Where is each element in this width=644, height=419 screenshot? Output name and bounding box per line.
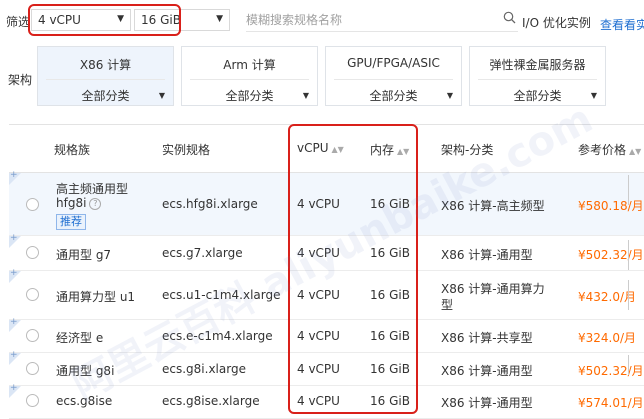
row-radio[interactable] [26,362,39,375]
family-cell: 通用算力型 u1 [56,290,136,304]
chevron-down-icon: ▼ [216,14,223,24]
architecture-label: 架构 [8,73,33,87]
plus-icon: + [10,383,18,393]
divider [46,79,165,80]
arch-card-category[interactable]: 全部分类 [38,87,173,104]
caret-down-icon: ▼ [302,91,309,100]
filter-label: 筛选 [6,15,31,29]
arch-cell: X86 计算-通用算力 [441,282,545,296]
plus-icon: + [10,170,18,180]
arch-card-title: X86 计算 [79,58,132,72]
family-cell: 高主频通用型 [56,182,129,196]
spec-cell: ecs.g8ise.xlarge [162,394,260,408]
search-icon[interactable] [503,11,516,27]
arch-cell: X86 计算-高主频型 [441,199,545,213]
sort-icon[interactable]: ▲▼ [629,147,641,156]
compare-link[interactable]: 查看看实 [600,16,644,33]
arch-card-category[interactable]: 全部分类 [470,87,605,104]
price-cell: ¥502.32/月 [578,248,644,262]
row-radio[interactable] [26,394,39,407]
io-optimized-checkbox[interactable]: I/O 优化实例 [522,14,591,31]
arch-card-title: Arm 计算 [223,58,276,72]
help-icon[interactable]: ? [89,198,102,210]
plus-icon: + [10,233,18,243]
arch-card-gpu[interactable]: GPU/FPGA/ASIC 全部分类 ▼ [325,46,462,106]
spec-cell: ecs.g7.xlarge [162,246,243,260]
arch-cell: X86 计算-通用型 [441,364,533,378]
plus-icon: + [10,317,18,327]
search-input[interactable] [246,9,518,32]
header-arch: 架构-分类 [441,143,494,157]
arch-card-bare-metal[interactable]: 弹性裸金属服务器 全部分类 ▼ [469,46,606,106]
family-code-text: hfg8i [56,196,87,210]
spec-cell: ecs.hfg8i.xlarge [162,197,258,211]
arch-card-x86[interactable]: X86 计算 全部分类 ▼ [37,46,174,106]
family-cell: 通用型 g8i [56,364,115,378]
header-price[interactable]: 参考价格 ▲▼ [578,141,641,158]
arch-cell: X86 计算-共享型 [441,331,533,345]
row-radio[interactable] [26,198,39,211]
arch-card-title: GPU/FPGA/ASIC [347,56,440,70]
family-cell: 通用型 g7 [56,248,112,262]
arch-cell: X86 计算-通用型 [441,248,533,262]
spec-cell: ecs.u1-c1m4.xlarge [162,288,281,302]
price-cell: ¥324.0/月 [578,331,637,345]
recommended-badge: 推荐 [56,214,86,230]
row-radio[interactable] [26,329,39,342]
family-code: hfg8i? [56,196,102,210]
row-radio[interactable] [26,246,39,259]
caret-down-icon: ▼ [158,91,165,100]
price-cell: ¥580.18/月 [578,199,644,213]
spec-cell: ecs.g8i.xlarge [162,362,246,376]
arch-card-category[interactable]: 全部分类 [326,87,461,104]
header-family: 规格族 [54,143,91,157]
divider [334,79,453,80]
plus-icon: + [10,268,18,278]
arch-cell-wrap: 型 [441,298,454,312]
price-cell: ¥574.01/月 [578,396,644,410]
arch-card-category[interactable]: 全部分类 [182,87,317,104]
caret-down-icon: ▼ [590,91,597,100]
family-cell: 经济型 e [56,331,104,345]
divider [190,79,309,80]
divider [478,79,597,80]
family-cell: ecs.g8ise [56,394,113,408]
arch-card-title: 弹性裸金属服务器 [489,58,586,72]
scrollbar-divider [628,240,629,270]
row-radio[interactable] [26,288,39,301]
highlight-box-filters [28,4,181,36]
price-cell: ¥502.32/月 [578,364,644,378]
scrollbar-divider [628,280,629,310]
scrollbar-divider [628,175,629,205]
header-spec: 实例规格 [162,143,211,157]
header-price-label: 参考价格 [578,143,627,157]
caret-down-icon: ▼ [446,91,453,100]
plus-icon: + [10,350,18,360]
arch-card-arm[interactable]: Arm 计算 全部分类 ▼ [181,46,318,106]
scrollbar-divider [628,355,629,375]
spec-cell: ecs.e-c1m4.xlarge [162,329,273,343]
arch-cell: X86 计算-通用型 [441,396,533,410]
highlight-box-columns [288,124,418,414]
